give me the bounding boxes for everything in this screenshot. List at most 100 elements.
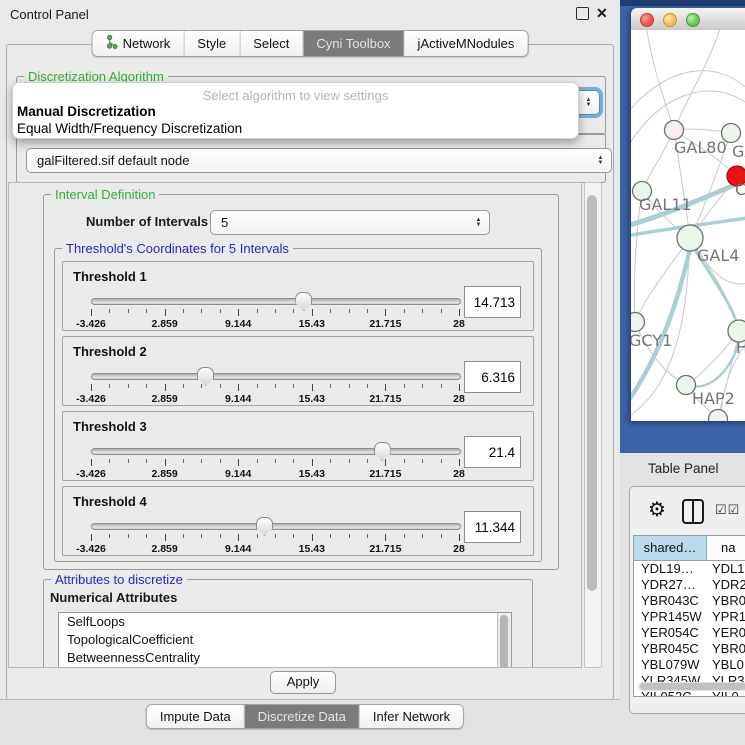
cell-name[interactable]: YDR2 <box>706 577 745 593</box>
slider-track[interactable] <box>91 373 461 380</box>
cell-name[interactable]: YBL0 <box>706 657 745 673</box>
cell-name[interactable]: YBR0 <box>706 641 745 657</box>
cell-shared-name[interactable]: YBL079W <box>634 657 706 673</box>
algorithm-option-equal-width-frequency-discretization[interactable]: Equal Width/Frequency Discretization <box>13 120 578 137</box>
thresholds-host: Threshold 1 -3.4262.8599.14415.4321.7152… <box>62 261 534 561</box>
cell-shared-name[interactable]: YBR043C <box>634 593 706 609</box>
threshold-panel: Threshold 2 -3.4262.8599.14415.4321.7152… <box>62 336 534 406</box>
cell-name[interactable]: YPR1 <box>706 609 745 625</box>
table-panel-window: ⚙ ☑☑ shared… na YDL19…YDL1YDR27…YDR2YBR0… <box>629 486 745 714</box>
threshold-value-field[interactable] <box>464 436 521 468</box>
table-row[interactable]: YER054CYER0 <box>634 625 745 641</box>
table-row[interactable]: YPR145WYPR1 <box>634 609 745 625</box>
slider-track[interactable] <box>91 523 461 530</box>
tab-label: Cyni Toolbox <box>316 36 390 51</box>
control-panel-title: Control Panel <box>10 7 89 22</box>
column-header-shared-name[interactable]: shared… <box>634 536 707 560</box>
threshold-label: Threshold 1 <box>73 269 147 284</box>
settings-vertical-scrollbar[interactable] <box>584 182 602 668</box>
close-traffic-light-icon[interactable] <box>640 13 654 27</box>
minimize-traffic-light-icon[interactable] <box>663 13 677 27</box>
scrollbar-thumb[interactable] <box>587 195 597 591</box>
threshold-value-field[interactable] <box>464 361 521 393</box>
table-horizontal-scrollbar[interactable] <box>638 682 745 691</box>
tab-infer-network[interactable]: Infer Network <box>359 705 463 728</box>
threshold-slider[interactable]: -3.4262.8599.14415.4321.71528 <box>91 373 459 403</box>
zoom-traffic-light-icon[interactable] <box>686 13 700 27</box>
gear-icon[interactable]: ⚙ <box>648 497 666 522</box>
numerical-attributes-list[interactable]: SelfLoopsTopologicalCoefficientBetweenne… <box>58 612 512 668</box>
cell-name[interactable]: YBR0 <box>706 593 745 609</box>
threshold-value-field[interactable] <box>464 511 521 543</box>
table-row[interactable]: YDR27…YDR2 <box>634 577 745 593</box>
threshold-label: Threshold 4 <box>73 494 147 509</box>
node-partial-bottom[interactable] <box>709 410 728 422</box>
slider-ticks <box>91 309 459 317</box>
attribute-item-selfloops[interactable]: SelfLoops <box>59 613 511 631</box>
table-row[interactable]: YBR043CYBR0 <box>634 593 745 609</box>
tab-select[interactable]: Select <box>239 31 302 56</box>
column-header-name[interactable]: na <box>707 536 745 560</box>
node-label-gal80: GAL80 <box>674 138 727 157</box>
number-of-intervals-value: 5 <box>221 215 228 230</box>
threshold-panel: Threshold 4 -3.4262.8599.14415.4321.7152… <box>62 486 534 556</box>
close-icon[interactable]: ✕ <box>596 5 608 22</box>
combo-stepper-icon[interactable]: ▲▼ <box>472 213 485 232</box>
cell-shared-name[interactable]: YDR27… <box>634 577 706 593</box>
attribute-item-betweennesscentrality[interactable]: BetweennessCentrality <box>59 649 511 667</box>
tab-style[interactable]: Style <box>183 31 239 56</box>
threshold-slider[interactable]: -3.4262.8599.14415.4321.71528 <box>91 523 459 553</box>
tab-network[interactable]: Network <box>93 31 184 56</box>
slider-ticks <box>91 459 459 467</box>
algorithm-dropdown-popup: Select algorithm to view settings Manual… <box>12 82 579 139</box>
interval-definition-group: Interval Definition Number of Intervals … <box>43 194 559 570</box>
columns-icon[interactable] <box>682 499 704 524</box>
bottom-tab-bar: Impute Data Discretize DataInfer Network <box>146 704 464 729</box>
table-rows: YDL19…YDL1YDR27…YDR2YBR043CYBR0YPR145WYP… <box>634 561 745 697</box>
tab-discretize-data[interactable]: Discretize Data <box>244 705 359 728</box>
cell-name[interactable]: YER0 <box>706 625 745 641</box>
attributes-group-label: Attributes to discretize <box>51 572 187 587</box>
slider-ticks <box>91 534 459 542</box>
table-data-combobox[interactable]: galFiltered.sif default node ▲▼ <box>26 148 612 173</box>
apply-button[interactable]: Apply <box>270 671 336 694</box>
table-row[interactable]: YBL079WYBL0 <box>634 657 745 673</box>
table-toolbar: ⚙ ☑☑ <box>630 487 745 533</box>
threshold-label: Threshold 2 <box>73 344 147 359</box>
slider-scale-labels: -3.4262.8599.14415.4321.71528 <box>91 393 459 405</box>
cell-shared-name[interactable]: YBR045C <box>634 641 706 657</box>
float-window-icon[interactable] <box>576 7 589 20</box>
attribute-item-topologicalcoefficient[interactable]: TopologicalCoefficient <box>59 631 511 649</box>
slider-track[interactable] <box>91 448 461 455</box>
combo-stepper-icon[interactable]: ▲▼ <box>582 93 595 112</box>
top-tab-bar: Network Style Select Cyni Toolbox jActiveMNo… <box>92 30 529 57</box>
tab-cyni-toolbox[interactable]: Cyni Toolbox <box>302 31 403 56</box>
cell-name[interactable]: YDL1 <box>706 561 745 577</box>
combo-stepper-icon[interactable]: ▲▼ <box>594 151 607 170</box>
tab-jactivemnodules[interactable]: jActiveMNodules <box>404 31 528 56</box>
table-row[interactable]: YDL19…YDL1 <box>634 561 745 577</box>
network-canvas[interactable]: GAL80 GA C GAL11 GAL4 GCY1 H HAP2 <box>631 30 745 421</box>
slider-track[interactable] <box>91 298 461 305</box>
cell-shared-name[interactable]: YDL19… <box>634 561 706 577</box>
tab-impute-data[interactable]: Impute Data <box>147 705 244 728</box>
number-of-intervals-combobox[interactable]: 5 ▲▼ <box>210 210 490 235</box>
tab-label: Impute Data <box>160 709 231 724</box>
cell-shared-name[interactable]: YER054C <box>634 625 706 641</box>
table-row[interactable]: YBR045CYBR0 <box>634 641 745 657</box>
node-gcy1[interactable] <box>631 313 645 332</box>
interval-definition-group-label: Interval Definition <box>51 187 159 202</box>
checkbox-icons[interactable]: ☑☑ <box>715 502 740 518</box>
numerical-attributes-label: Numerical Attributes <box>50 590 177 605</box>
cell-shared-name[interactable]: YPR145W <box>634 609 706 625</box>
attributes-scrollbar[interactable] <box>497 613 511 668</box>
slider-scale-labels: -3.4262.8599.14415.4321.71528 <box>91 468 459 480</box>
threshold-value-field[interactable] <box>464 286 521 318</box>
network-window-titlebar <box>631 8 745 31</box>
algorithm-popup-options: Manual DiscretizationEqual Width/Frequen… <box>13 103 578 137</box>
threshold-slider[interactable]: -3.4262.8599.14415.4321.71528 <box>91 298 459 328</box>
algorithm-option-manual-discretization[interactable]: Manual Discretization <box>13 103 578 120</box>
tab-label: Style <box>197 36 226 51</box>
node-gal80[interactable] <box>665 121 684 140</box>
threshold-slider[interactable]: -3.4262.8599.14415.4321.71528 <box>91 448 459 478</box>
